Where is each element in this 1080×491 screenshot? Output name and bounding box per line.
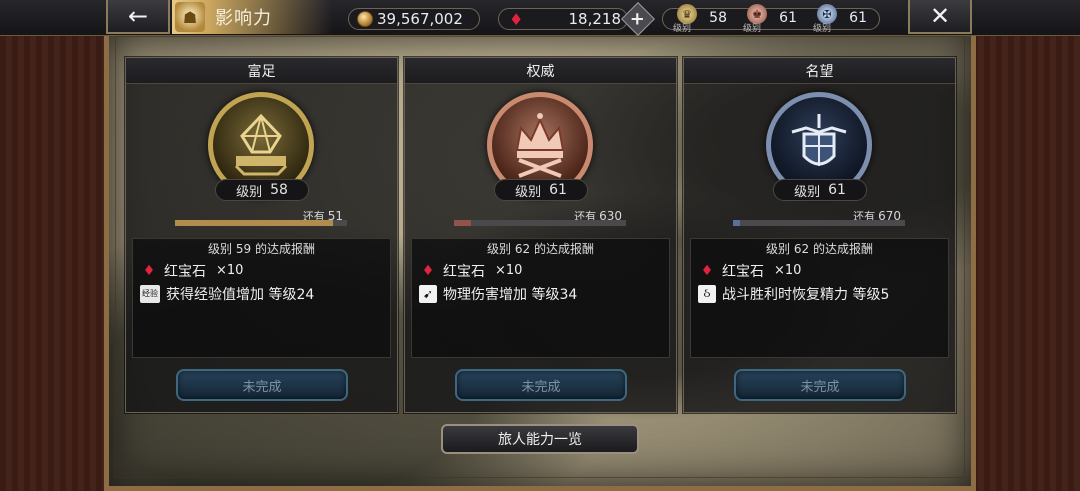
reward-bonus: ➹ 物理伤害增加 等级34 (412, 282, 669, 305)
influence-levels: ♛ 级别 58 ♚ 级别 61 ✠ 级别 61 (662, 4, 880, 34)
wealth-level: ♛ 级别 58 (663, 4, 733, 34)
reward-item: ♦ 红宝石 ×10 (133, 259, 390, 282)
reward-box: 级别 59 的达成报酬 ♦ 红宝石 ×10 经验 获得经验值增加 等级24 (132, 238, 391, 358)
level-value: 61 (549, 182, 567, 198)
gold-coin-icon (357, 11, 373, 27)
level-value: 61 (828, 182, 846, 198)
level-caption: 级别 (813, 24, 832, 34)
reward-bonus-text: 获得经验值增加 等级24 (166, 286, 315, 303)
level-value: 58 (270, 182, 288, 198)
gold-value: 39,567,002 (377, 10, 463, 28)
gold-counter: 39,567,002 (348, 8, 480, 30)
reward-item: ♦ 红宝石 ×10 (412, 259, 669, 282)
reward-bonus-text: 战斗胜利时恢复精力 等级5 (722, 286, 890, 303)
reward-item-name: 红宝石 (443, 263, 485, 280)
energy-recovery-icon: ઠ (698, 284, 716, 303)
reward-title: 级别 59 的达成报酬 (208, 242, 315, 256)
physical-attack-icon: ➹ (419, 284, 437, 303)
claim-button[interactable]: 未完成 (734, 369, 906, 401)
exp-tag-icon: 经验 (140, 284, 160, 303)
ruby-value: 18,218 (568, 10, 622, 28)
reward-qty: ×10 (216, 263, 244, 278)
progress-bar (733, 220, 905, 226)
wealth-card: 富足 级别 58 还有 51 级别 59 的达成报酬 ♦ 红宝石 ×10 经验 获… (125, 57, 398, 413)
top-bar: ← ☗ 影响力 39,567,002 ♦ 18,218 + ♛ 级别 58 ♚ … (0, 0, 1080, 36)
claim-button[interactable]: 未完成 (455, 369, 627, 401)
back-button[interactable]: ← (106, 0, 170, 34)
ruby-icon: ♦ (142, 262, 156, 279)
level-badge: 级别 58 (215, 179, 309, 201)
progress-bar (175, 220, 347, 226)
reward-title: 级别 62 的达成报酬 (487, 242, 594, 256)
progress-fill (454, 220, 472, 226)
ruby-icon: ♦ (509, 9, 524, 29)
fame-level: ✠ 级别 61 (803, 4, 873, 34)
ruby-icon: ♦ (421, 262, 435, 279)
close-icon: ✕ (929, 2, 951, 30)
claim-button[interactable]: 未完成 (176, 369, 348, 401)
level-badge: 级别 61 (494, 179, 588, 201)
power-card: 权威 级别 61 还有 630 级别 62 的达成报酬 ♦ 红宝石 ×10 ➹ 物… (404, 57, 677, 413)
reward-bonus-text: 物理伤害增加 等级34 (443, 286, 578, 303)
progress-bar (454, 220, 626, 226)
fame-card: 名望 级别 61 还有 670 级别 62 的达成报酬 ♦ 红宝石 ×10 ઠ 战… (683, 57, 956, 413)
add-ruby-button[interactable]: + (621, 2, 655, 36)
reward-qty: ×10 (495, 263, 523, 278)
level-badge: 级别 61 (773, 179, 867, 201)
reward-box: 级别 62 的达成报酬 ♦ 红宝石 ×10 ઠ 战斗胜利时恢复精力 等级5 (690, 238, 949, 358)
reward-bonus: ઠ 战斗胜利时恢复精力 等级5 (691, 282, 948, 305)
title-area: ☗ 影响力 (172, 0, 332, 34)
level-label: 级别 (794, 184, 821, 200)
level-value: 61 (849, 10, 867, 26)
power-level: ♚ 级别 61 (733, 4, 803, 34)
reward-qty: ×10 (774, 263, 802, 278)
card-title: 权威 (405, 58, 676, 84)
reward-item-name: 红宝石 (722, 263, 764, 280)
ruby-counter: ♦ 18,218 (498, 8, 628, 30)
level-caption: 级别 (673, 24, 692, 34)
level-value: 61 (779, 10, 797, 26)
plus-icon: + (630, 8, 646, 30)
back-arrow-icon: ← (127, 2, 149, 30)
level-label: 级别 (515, 184, 542, 200)
reward-title: 级别 62 的达成报酬 (766, 242, 873, 256)
level-caption: 级别 (743, 24, 762, 34)
progress-fill (175, 220, 334, 226)
traveler-abilities-button[interactable]: 旅人能力一览 (441, 424, 639, 454)
influence-icon: ☗ (175, 2, 205, 32)
card-title: 富足 (126, 58, 397, 84)
reward-item-name: 红宝石 (164, 263, 206, 280)
ruby-icon: ♦ (700, 262, 714, 279)
progress-fill (733, 220, 740, 226)
reward-box: 级别 62 的达成报酬 ♦ 红宝石 ×10 ➹ 物理伤害增加 等级34 (411, 238, 670, 358)
level-label: 级别 (236, 184, 263, 200)
level-value: 58 (709, 10, 727, 26)
page-title: 影响力 (215, 8, 272, 29)
card-title: 名望 (684, 58, 955, 84)
close-button[interactable]: ✕ (908, 0, 972, 34)
reward-item: ♦ 红宝石 ×10 (691, 259, 948, 282)
reward-bonus: 经验 获得经验值增加 等级24 (133, 282, 390, 305)
